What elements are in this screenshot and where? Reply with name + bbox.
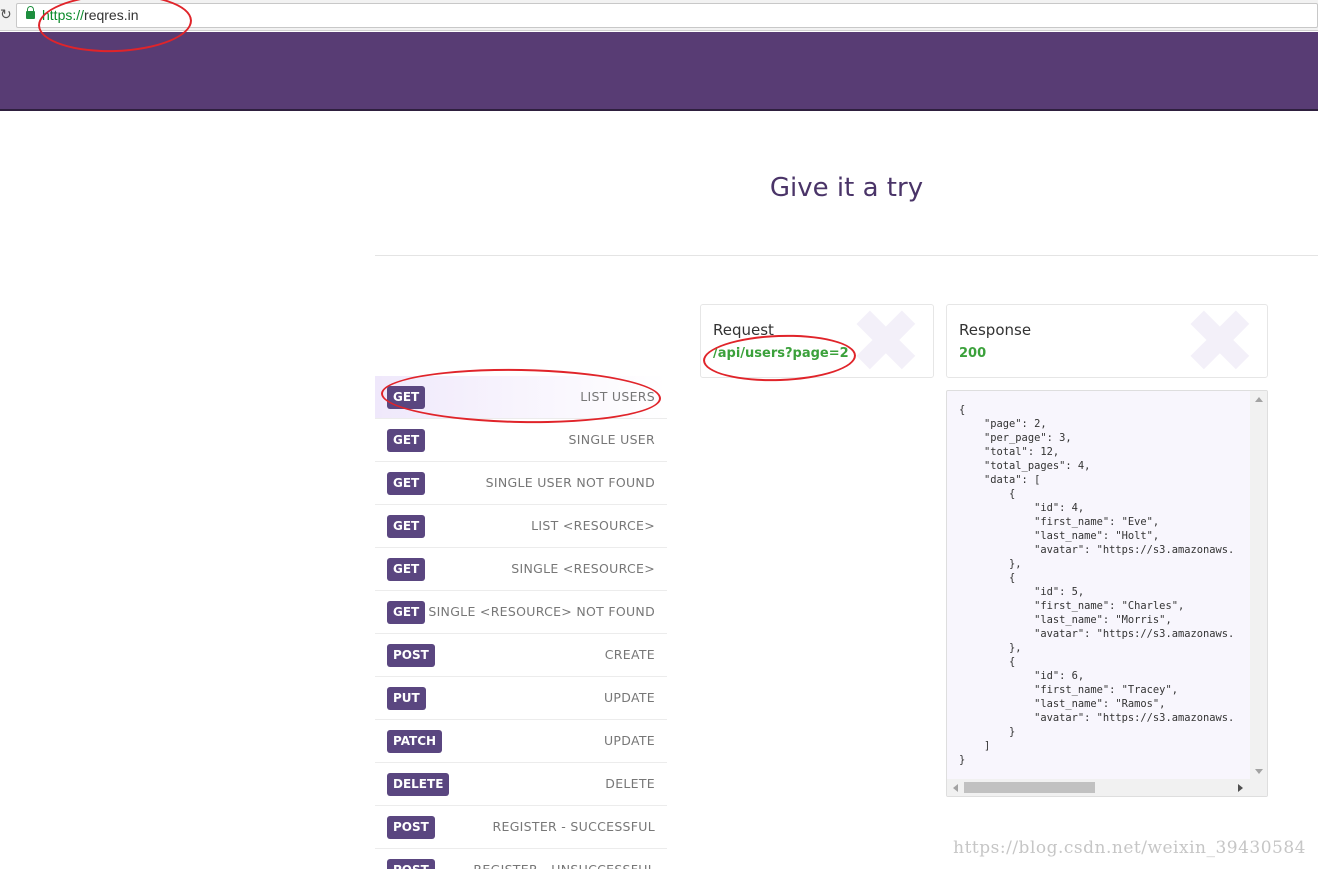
response-heading: Response (959, 321, 1032, 339)
method-badge: POST (387, 816, 435, 839)
method-badge: PUT (387, 687, 426, 710)
endpoint-label: SINGLE <RESOURCE> NOT FOUND (428, 604, 655, 619)
request-path: /api/users?page=2 (713, 346, 849, 361)
endpoint-item[interactable]: GET SINGLE USER NOT FOUND (375, 462, 667, 505)
site-header (0, 32, 1318, 111)
endpoint-item[interactable]: POST CREATE (375, 634, 667, 677)
method-badge: GET (387, 558, 426, 581)
card-watermark-icon: ✖ (849, 304, 923, 378)
request-card: ✖ Request /api/users?page=2 (700, 304, 934, 378)
method-badge: GET (387, 386, 426, 409)
watermark-text: https://blog.csdn.net/weixin_39430584 (953, 838, 1306, 858)
scroll-down-icon[interactable] (1255, 769, 1263, 774)
card-watermark-icon: ✖ (1183, 304, 1257, 378)
endpoint-label: SINGLE USER (568, 432, 655, 447)
url-scheme: https:// (42, 7, 85, 23)
endpoint-label: REGISTER - SUCCESSFUL (492, 819, 655, 834)
method-badge: GET (387, 429, 426, 452)
endpoint-item[interactable]: DELETE DELETE (375, 763, 667, 806)
endpoint-list: GET LIST USERS GET SINGLE USER GET SINGLE USE… (375, 376, 667, 869)
endpoint-item[interactable]: GET SINGLE USER (375, 419, 667, 462)
endpoint-label: UPDATE (603, 733, 655, 748)
vertical-scrollbar[interactable] (1250, 391, 1267, 780)
endpoint-label: DELETE (605, 776, 655, 791)
method-badge: GET (387, 601, 426, 624)
endpoint-item[interactable]: PUT UPDATE (375, 677, 667, 720)
endpoint-label: LIST USERS (580, 389, 655, 404)
response-card: ✖ Response 200 (946, 304, 1268, 378)
method-badge: POST (387, 859, 435, 869)
scroll-left-icon[interactable] (953, 784, 958, 792)
scroll-up-icon[interactable] (1255, 397, 1263, 402)
endpoint-label: REGISTER - UNSUCCESSFUL (473, 862, 655, 869)
endpoint-item[interactable]: POST REGISTER - SUCCESSFUL (375, 806, 667, 849)
method-badge: POST (387, 644, 435, 667)
scroll-right-icon[interactable] (1238, 784, 1243, 792)
method-badge: GET (387, 472, 426, 495)
response-status: 200 (959, 346, 987, 361)
request-heading: Request (713, 321, 774, 339)
endpoint-item[interactable]: GET LIST <RESOURCE> (375, 505, 667, 548)
scrollbar-thumb[interactable] (964, 782, 1095, 793)
section-divider (375, 255, 1318, 256)
browser-toolbar: ↻ https://reqres.in (0, 0, 1318, 31)
endpoint-item[interactable]: GET SINGLE <RESOURCE> (375, 548, 667, 591)
endpoint-label: SINGLE <RESOURCE> (511, 561, 655, 576)
endpoint-item[interactable]: PATCH UPDATE (375, 720, 667, 763)
url-text[interactable]: https://reqres.in (42, 7, 139, 23)
endpoint-item[interactable]: GET LIST USERS (375, 376, 667, 419)
endpoint-label: UPDATE (603, 690, 655, 705)
method-badge: DELETE (387, 773, 450, 796)
method-badge: PATCH (387, 730, 443, 753)
url-host: reqres.in (84, 7, 139, 23)
lock-icon (26, 6, 35, 19)
endpoint-label: SINGLE USER NOT FOUND (485, 475, 655, 490)
endpoint-label: LIST <RESOURCE> (531, 518, 655, 533)
endpoint-item[interactable]: POST REGISTER - UNSUCCESSFUL (375, 849, 667, 869)
address-bar[interactable]: https://reqres.in (16, 3, 1318, 28)
endpoint-label: CREATE (604, 647, 655, 662)
horizontal-scrollbar[interactable] (947, 779, 1267, 796)
method-badge: GET (387, 515, 426, 538)
response-body[interactable]: { "page": 2, "per_page": 3, "total": 12,… (946, 390, 1268, 797)
endpoint-item[interactable]: GET SINGLE <RESOURCE> NOT FOUND (375, 591, 667, 634)
page-title: Give it a try (769, 173, 924, 203)
reload-icon[interactable]: ↻ (0, 6, 12, 24)
response-json[interactable]: { "page": 2, "per_page": 3, "total": 12,… (959, 403, 1249, 775)
